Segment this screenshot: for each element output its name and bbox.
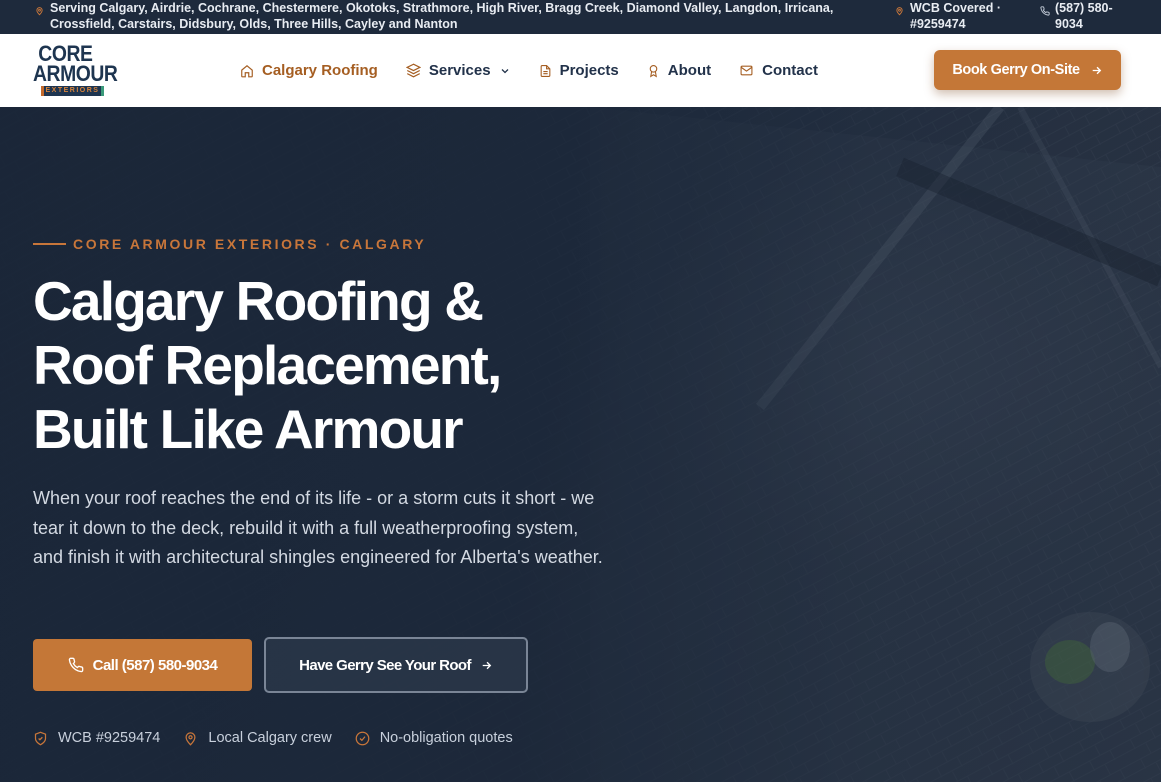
check-circle-icon xyxy=(355,731,370,745)
see-roof-button[interactable]: Have Gerry See Your Roof xyxy=(264,637,528,693)
map-pin-icon xyxy=(895,6,904,16)
phone-line2: 9034 xyxy=(1055,17,1083,31)
topbar-phone-link[interactable]: (587) 580- 9034 xyxy=(1040,0,1161,32)
trust-badges: WCB #9259474 Local Calgary crew No-oblig… xyxy=(33,730,536,746)
badge-label: WCB #9259474 xyxy=(58,730,161,746)
phone-line1: (587) 580- xyxy=(1055,1,1113,15)
shield-icon xyxy=(34,731,47,745)
book-onsite-label: Book Gerry On-Site xyxy=(952,62,1080,78)
hero-lead: When your roof reaches the end of its li… xyxy=(33,488,603,567)
badge-label: No-obligation quotes xyxy=(379,730,513,746)
nav-label: Calgary Roofing xyxy=(262,62,378,79)
call-button-label: Call (587) 580-9034 xyxy=(92,656,218,674)
badge-no-obligation: No-obligation quotes xyxy=(355,730,513,746)
book-onsite-button[interactable]: Book Gerry On-Site xyxy=(934,50,1121,90)
site-header: CORE ARMOUR EXTERIORS Calgary Roofing Se… xyxy=(0,34,1161,107)
hero-title-line3: Built Like Armour xyxy=(33,398,464,460)
hero-title-line1: Calgary Roofing & xyxy=(33,270,484,332)
call-button[interactable]: Call (587) 580-9034 xyxy=(33,639,252,691)
hero-title: Calgary Roofing & Roof Replacement, Buil… xyxy=(33,269,633,461)
nav-label: Services xyxy=(428,62,491,79)
award-icon xyxy=(649,64,658,77)
map-pin-icon xyxy=(35,6,44,16)
wcb-line2: #9259474 xyxy=(910,17,966,31)
see-roof-label: Have Gerry See Your Roof xyxy=(299,656,471,674)
badge-wcb: WCB #9259474 xyxy=(33,730,160,746)
nav-label: Projects xyxy=(559,62,619,79)
chevron-down-icon xyxy=(501,68,509,73)
document-icon xyxy=(540,64,550,77)
eyebrow-divider xyxy=(33,243,66,245)
top-info-bar: Serving Calgary, Airdrie, Cochrane, Ches… xyxy=(0,0,1161,34)
nav-label: Contact xyxy=(762,62,818,79)
layers-icon xyxy=(405,63,421,78)
hero-eyebrow: CORE ARMOUR EXTERIORS · CALGARY xyxy=(33,236,426,252)
logo-line3: EXTERIORS xyxy=(41,86,104,96)
hero-title-line2: Roof Replacement, xyxy=(33,334,502,396)
nav-item-contact[interactable]: Contact xyxy=(739,62,818,79)
nav-item-projects[interactable]: Projects xyxy=(539,62,619,79)
hero-section: CORE ARMOUR EXTERIORS · CALGARY Calgary … xyxy=(0,107,1161,782)
badge-label: Local Calgary crew xyxy=(208,730,332,746)
map-pin-icon xyxy=(185,731,196,746)
phone-icon xyxy=(68,657,83,673)
home-icon xyxy=(241,64,253,77)
wcb-line1: WCB Covered · xyxy=(910,1,1001,15)
wcb-info: WCB Covered · #9259474 xyxy=(895,0,1025,32)
nav-item-services[interactable]: Services xyxy=(405,62,511,79)
nav-label: About xyxy=(667,62,712,79)
site-logo[interactable]: CORE ARMOUR EXTERIORS xyxy=(33,43,118,99)
badge-local-crew: Local Calgary crew xyxy=(183,730,332,746)
service-areas-text: Serving Calgary, Airdrie, Cochrane, Ches… xyxy=(50,1,834,31)
nav-item-about[interactable]: About xyxy=(647,62,711,79)
mail-icon xyxy=(740,65,753,76)
arrow-right-icon xyxy=(482,661,492,669)
logo-line2: ARMOUR xyxy=(33,61,118,86)
main-nav: Calgary Roofing Services Projects About … xyxy=(240,34,846,107)
phone-icon xyxy=(1040,6,1050,16)
eyebrow-text: CORE ARMOUR EXTERIORS · CALGARY xyxy=(73,236,427,252)
service-areas: Serving Calgary, Airdrie, Cochrane, Ches… xyxy=(35,0,880,32)
arrow-right-icon xyxy=(1092,66,1101,74)
nav-item-calgary-roofing[interactable]: Calgary Roofing xyxy=(240,62,378,79)
